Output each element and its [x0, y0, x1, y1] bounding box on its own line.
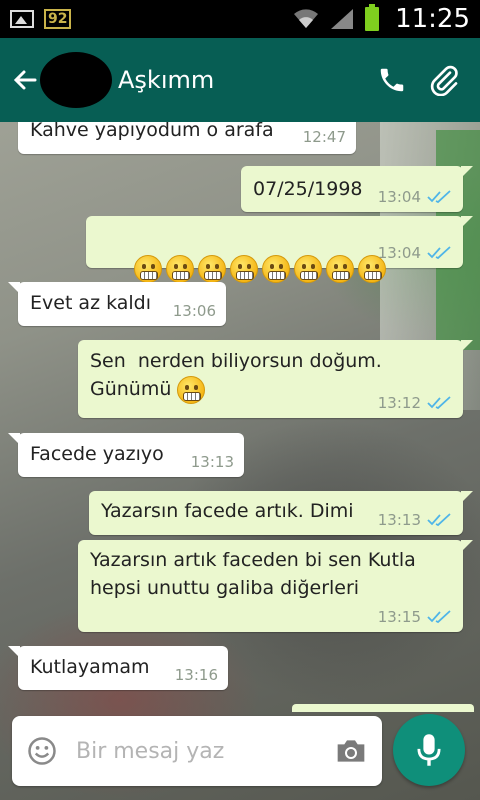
chat-header: Aşkımm [0, 38, 480, 122]
double-check-icon [427, 246, 451, 260]
double-check-icon [427, 513, 451, 527]
message-outgoing-partial [292, 704, 474, 712]
back-button[interactable] [10, 60, 40, 100]
message-text: Sen nerden biliyorsun doğum. [90, 350, 382, 372]
message-text: Yazarsın artık faceden bi sen Kutla [90, 549, 416, 571]
grimacing-face-icon [230, 254, 259, 283]
message-time: 13:16 [174, 666, 218, 684]
message-time: 13:13 [377, 511, 421, 529]
message-outgoing[interactable]: Yazarsın artık faceden bi sen Kutla heps… [78, 540, 473, 632]
attach-button[interactable] [418, 54, 470, 106]
camera-icon [337, 740, 365, 762]
grimacing-face-icon [177, 375, 206, 404]
message-text-line2: hepsi unuttu galiba diğerleri [90, 577, 360, 599]
message-incoming[interactable]: Kutlayamam 13:16 [8, 646, 228, 690]
back-arrow-icon [13, 70, 37, 90]
message-input[interactable] [76, 738, 296, 764]
message-time: 12:47 [302, 128, 346, 146]
message-outgoing[interactable]: Sen nerden biliyorsun doğum. Günümü 13:1… [78, 340, 473, 418]
message-time: 13:04 [377, 244, 421, 262]
compose-bar [0, 712, 480, 800]
voice-message-button[interactable] [393, 714, 465, 786]
battery-icon [365, 4, 380, 31]
message-time: 13:13 [190, 453, 234, 471]
message-incoming[interactable]: Facede yazıyo 13:13 [8, 433, 244, 477]
message-outgoing-emoji[interactable]: 13:04 [86, 216, 473, 283]
contact-name[interactable]: Aşkımm [118, 66, 366, 94]
double-check-icon [427, 396, 451, 410]
grimacing-face-icon [198, 254, 227, 283]
wifi-icon [294, 9, 319, 28]
message-outgoing[interactable]: Yazarsın facede artık. Dimi 13:13 [89, 491, 473, 535]
message-time: 13:06 [172, 302, 216, 320]
grimacing-face-icon [134, 254, 163, 283]
smiley-icon [28, 737, 56, 765]
contact-avatar[interactable] [40, 52, 112, 108]
status-bar: 92 11:25 [0, 0, 480, 38]
status-time: 11:25 [395, 4, 470, 34]
message-incoming[interactable]: Kahve yapıyodum o arafa 12:47 [18, 122, 356, 154]
grimacing-face-icon [262, 254, 291, 283]
message-time: 13:12 [377, 394, 421, 412]
gallery-notification-icon [10, 10, 34, 28]
camera-button[interactable] [334, 734, 368, 768]
phone-icon [380, 68, 404, 92]
grimacing-face-icon [294, 254, 323, 283]
grimacing-face-icon [326, 254, 355, 283]
grimacing-face-icon [166, 254, 195, 283]
message-text: Kahve yapıyodum o arafa [30, 122, 274, 141]
microphone-icon [417, 734, 441, 766]
message-time: 13:04 [377, 188, 421, 206]
signal-icon [331, 9, 354, 29]
call-button[interactable] [366, 54, 418, 106]
message-incoming[interactable]: Evet az kaldı 13:06 [8, 282, 226, 326]
compose-box [12, 716, 382, 786]
notification-badge: 92 [44, 9, 72, 29]
paperclip-icon [430, 65, 458, 96]
message-outgoing[interactable]: 07/25/1998 13:04 [241, 166, 473, 212]
message-list[interactable]: Kahve yapıyodum o arafa 12:47 07/25/1998… [0, 122, 480, 712]
double-check-icon [427, 190, 451, 204]
message-time: 13:15 [377, 608, 421, 626]
emoji-button[interactable] [26, 735, 58, 767]
double-check-icon [427, 610, 451, 624]
